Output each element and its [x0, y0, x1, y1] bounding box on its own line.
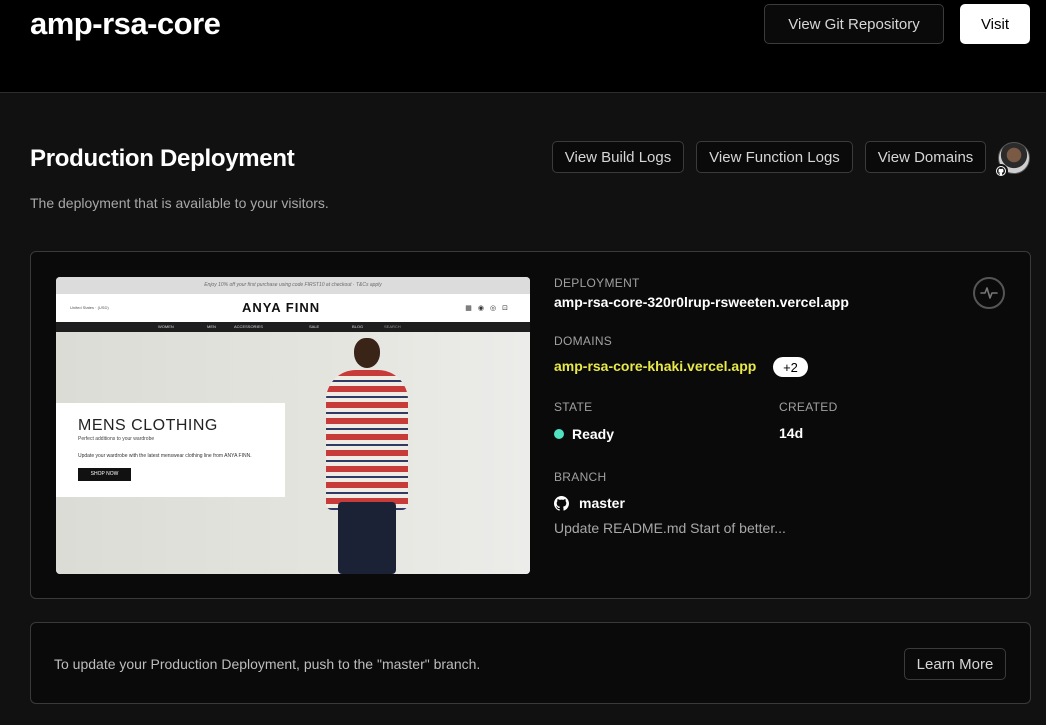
- preview-hero-box: MENS CLOTHING Perfect additions to your …: [56, 403, 285, 497]
- view-function-logs-button[interactable]: View Function Logs: [696, 141, 853, 173]
- preview-hero-title: MENS CLOTHING: [78, 417, 218, 434]
- view-git-repository-button[interactable]: View Git Repository: [764, 4, 944, 44]
- activity-icon[interactable]: [973, 277, 1005, 309]
- preview-nav-item: SALE: [309, 324, 320, 329]
- learn-more-button[interactable]: Learn More: [904, 648, 1006, 680]
- preview-hero-text: Update your wardrobe with the latest men…: [78, 453, 252, 459]
- preview-nav-search: SEARCH: [384, 324, 401, 329]
- section-subtitle: The deployment that is available to your…: [30, 195, 329, 211]
- preview-model-image: [320, 332, 410, 574]
- preview-header-icons: ▦◉◎⊡: [465, 305, 514, 312]
- github-icon: [554, 496, 569, 516]
- branch-name-link[interactable]: master: [579, 495, 625, 511]
- project-header: amp-rsa-core View Git Repository Visit: [0, 0, 1046, 93]
- preview-logo: ANYA FINN: [242, 300, 321, 315]
- state-label: STATE: [554, 400, 593, 414]
- preview-hero-subtitle: Perfect additions to your wardrobe: [78, 436, 155, 442]
- view-build-logs-button[interactable]: View Build Logs: [552, 141, 684, 173]
- branch-label: BRANCH: [554, 470, 607, 484]
- preview-shop-now-button: SHOP NOW: [78, 468, 131, 481]
- preview-promo-bar: Enjoy 10% off your first purchase using …: [56, 277, 530, 294]
- view-domains-button[interactable]: View Domains: [865, 141, 986, 173]
- extra-domains-badge[interactable]: +2: [773, 357, 808, 377]
- preview-region: United States · (USD): [70, 305, 109, 310]
- github-badge-icon: [994, 164, 1008, 178]
- deployment-preview-screenshot[interactable]: Enjoy 10% off your first purchase using …: [56, 277, 530, 574]
- preview-site-header: United States · (USD) ANYA FINN ▦◉◎⊡: [56, 294, 530, 322]
- deployment-url-link[interactable]: amp-rsa-core-320r0lrup-rsweeten.vercel.a…: [554, 294, 849, 310]
- domain-link[interactable]: amp-rsa-core-khaki.vercel.app: [554, 358, 756, 374]
- visit-button[interactable]: Visit: [960, 4, 1030, 44]
- commit-message-link[interactable]: Update README.md Start of better...: [554, 520, 786, 536]
- preview-nav-item: ACCESSORIES: [234, 324, 263, 329]
- created-label: CREATED: [779, 400, 838, 414]
- domains-label: DOMAINS: [554, 334, 613, 348]
- ready-status-dot: [554, 429, 564, 439]
- state-value: Ready: [572, 426, 615, 442]
- preview-nav-item: WOMEN: [158, 324, 174, 329]
- preview-nav-item: BLOG: [352, 324, 364, 329]
- project-title: amp-rsa-core: [30, 6, 221, 41]
- preview-hero: MENS CLOTHING Perfect additions to your …: [56, 332, 530, 574]
- deployment-label: DEPLOYMENT: [554, 276, 640, 290]
- created-value: 14d: [779, 425, 804, 441]
- update-info-card: To update your Production Deployment, pu…: [30, 622, 1031, 704]
- preview-nav-item: MEN: [207, 324, 216, 329]
- deployment-card: Enjoy 10% off your first purchase using …: [30, 251, 1031, 599]
- section-title: Production Deployment: [30, 145, 295, 172]
- preview-nav: WOMEN MEN ACCESSORIES SALE BLOG SEARCH: [56, 322, 530, 332]
- update-info-text: To update your Production Deployment, pu…: [54, 656, 481, 672]
